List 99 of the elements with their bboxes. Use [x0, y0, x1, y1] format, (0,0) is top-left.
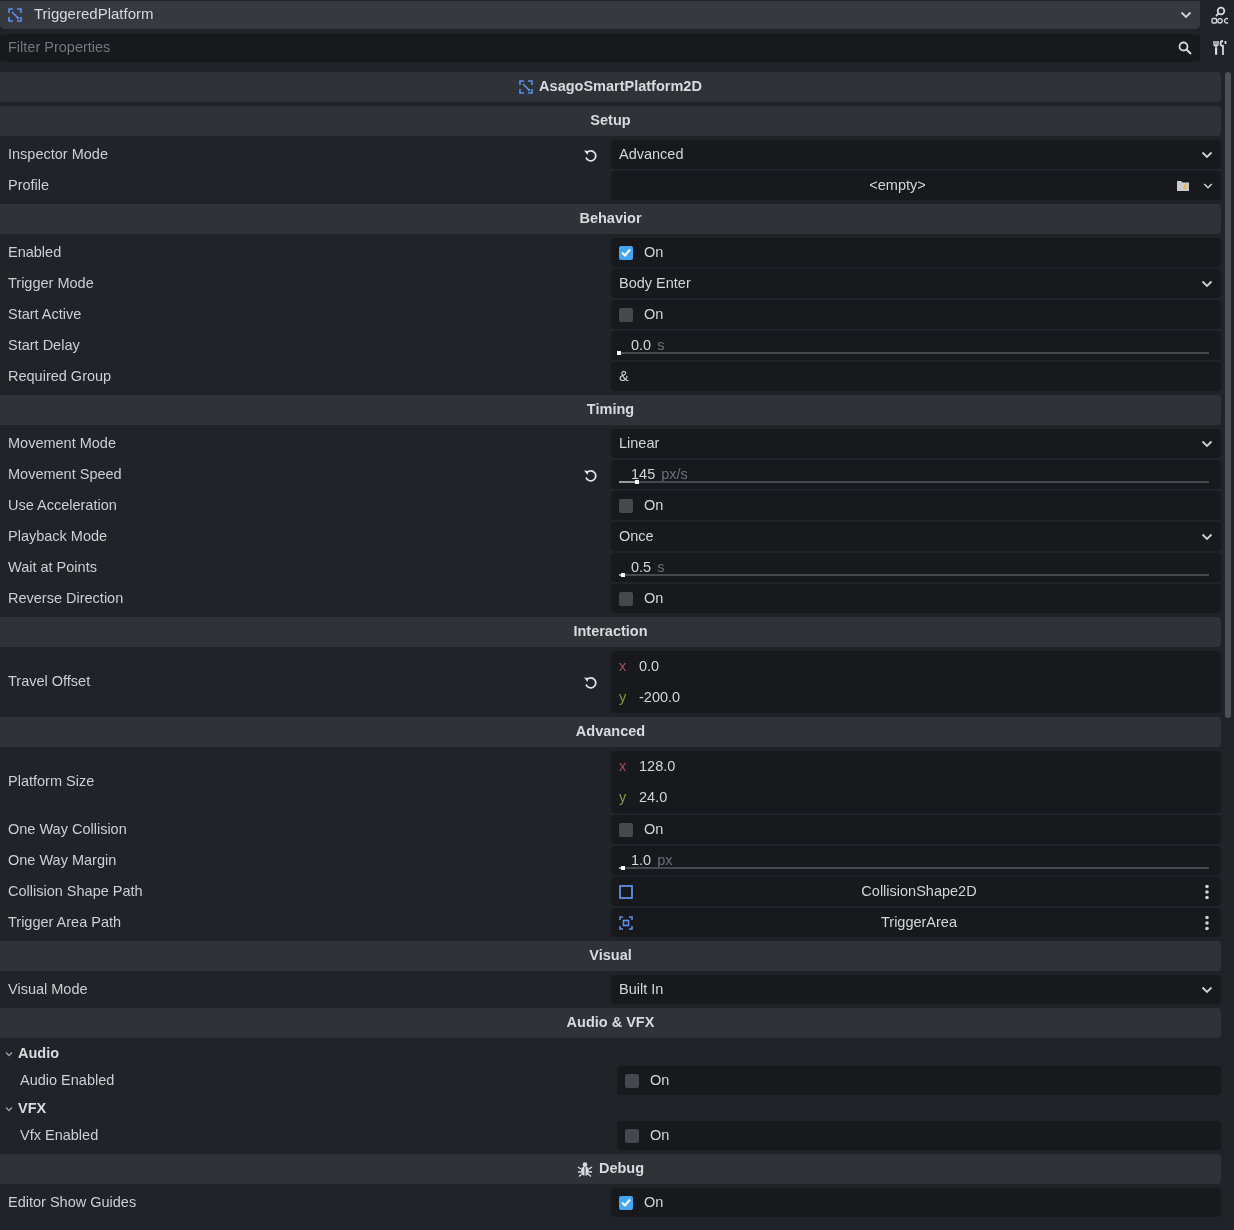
slider-thumb[interactable]	[617, 351, 621, 355]
dropdown[interactable]: Linear	[611, 429, 1221, 458]
property-label: Vfx Enabled	[20, 1125, 99, 1145]
property-label: Audio Enabled	[20, 1070, 115, 1090]
property-label: Editor Show Guides	[8, 1192, 137, 1212]
property-label: Wait at Points	[8, 557, 97, 577]
chevron-down-icon	[1201, 985, 1213, 994]
checkbox[interactable]	[619, 822, 633, 837]
checkbox[interactable]	[625, 1128, 639, 1143]
section-header[interactable]: Interaction	[0, 617, 1221, 647]
checkbox[interactable]	[619, 591, 633, 606]
checkbox[interactable]	[619, 1195, 633, 1210]
checkbox[interactable]	[619, 307, 633, 322]
kebab-menu-icon[interactable]	[1205, 914, 1209, 931]
square-icon	[619, 884, 633, 899]
kebab-menu-icon[interactable]	[1205, 883, 1209, 900]
coordinate-field[interactable]: x 128.0	[611, 751, 1221, 782]
checkbox-control[interactable]: On	[611, 238, 1221, 267]
section-title: Debug	[598, 1159, 645, 1179]
checkbox-control[interactable]: On	[611, 300, 1221, 329]
coordinate-field[interactable]: y -200.0	[611, 682, 1221, 713]
dropdown[interactable]: Built In	[611, 975, 1221, 1004]
tools-icon[interactable]	[1213, 40, 1227, 56]
checkbox[interactable]	[619, 498, 633, 513]
revert-icon[interactable]	[583, 467, 597, 482]
chevron-down-icon	[1180, 10, 1192, 19]
section-header[interactable]: Behavior	[0, 204, 1221, 234]
dropdown[interactable]: Body Enter	[611, 269, 1221, 298]
slider-thumb[interactable]	[620, 573, 625, 577]
help-search-icon[interactable]	[1211, 5, 1229, 24]
chevron-down-icon	[1201, 150, 1213, 159]
property-label: Platform Size	[8, 772, 95, 792]
checkbox[interactable]	[619, 245, 633, 260]
chevron-down-icon	[1201, 439, 1213, 448]
class-title: AsagoSmartPlatform2D	[539, 77, 702, 97]
scrollbar[interactable]	[1224, 72, 1231, 718]
chevron-down-icon	[1201, 279, 1213, 288]
revert-icon[interactable]	[583, 675, 597, 689]
property-label: Visual Mode	[8, 979, 88, 999]
property-label: Start Delay	[8, 335, 80, 355]
node-name: TriggeredPlatform	[34, 4, 155, 25]
section-header[interactable]: Debug	[0, 1154, 1221, 1184]
property-label: Required Group	[8, 366, 112, 386]
resource-picker[interactable]: <empty>	[611, 171, 1221, 200]
node-path-field[interactable]: CollisionShape2D	[611, 877, 1221, 906]
dropdown[interactable]: Advanced	[611, 140, 1221, 169]
property-label: Collision Shape Path	[8, 881, 143, 901]
property-label: Reverse Direction	[8, 588, 124, 608]
property-label: Inspector Mode	[8, 144, 108, 164]
slider-thumb[interactable]	[634, 480, 639, 484]
property-label: One Way Margin	[8, 850, 117, 870]
section-header[interactable]: Timing	[0, 395, 1221, 425]
checkbox-control[interactable]: On	[611, 491, 1221, 520]
frame-icon	[619, 915, 633, 930]
filter-field[interactable]: Filter Properties	[0, 34, 1200, 62]
property-label: One Way Collision	[8, 819, 127, 839]
dropdown[interactable]: Once	[611, 522, 1221, 551]
property-label: Trigger Area Path	[8, 912, 122, 932]
chevron-down-icon	[1201, 532, 1213, 541]
property-label: Playback Mode	[8, 526, 108, 546]
checkbox-control[interactable]: On	[617, 1066, 1221, 1095]
slider-field[interactable]: 145 px/s	[611, 460, 1221, 489]
node-path-field[interactable]: TriggerArea	[611, 908, 1221, 937]
section-header[interactable]: Setup	[0, 106, 1221, 136]
property-label: Movement Speed	[8, 464, 122, 484]
property-label: Profile	[8, 175, 50, 195]
coordinate-field[interactable]: x 0.0	[611, 651, 1221, 682]
checkbox-control[interactable]: On	[617, 1121, 1221, 1150]
node-selector[interactable]: TriggeredPlatform	[0, 0, 1200, 29]
text-field[interactable]: &	[611, 362, 1221, 391]
slider-thumb[interactable]	[620, 866, 625, 870]
property-label: Travel Offset	[8, 672, 91, 692]
node-icon	[519, 80, 534, 94]
property-label: Trigger Mode	[8, 273, 94, 293]
checkbox-control[interactable]: On	[611, 815, 1221, 844]
section-header[interactable]: Visual	[0, 941, 1221, 971]
coordinate-field[interactable]: y 24.0	[611, 782, 1221, 813]
section-header[interactable]: Advanced	[0, 717, 1221, 747]
group-title[interactable]: VFX	[18, 1098, 47, 1120]
node-icon	[8, 7, 22, 22]
chevron-down-icon	[1203, 181, 1213, 190]
chevron-down-icon[interactable]	[4, 1104, 14, 1114]
section-header[interactable]: Audio & VFX	[0, 1008, 1221, 1038]
property-label: Movement Mode	[8, 433, 116, 453]
property-label: Use Acceleration	[8, 495, 117, 515]
group-title[interactable]: Audio	[18, 1043, 60, 1065]
slider-field[interactable]: 0.5 s	[611, 553, 1221, 582]
property-label: Enabled	[8, 242, 62, 262]
revert-icon[interactable]	[583, 147, 597, 162]
property-label: Start Active	[8, 304, 82, 324]
slider-field[interactable]: 1.0 px	[611, 846, 1221, 875]
folder-icon	[1176, 179, 1191, 192]
checkbox[interactable]	[625, 1073, 639, 1088]
slider-field[interactable]: 0.0 s	[611, 331, 1221, 360]
checkbox-control[interactable]: On	[611, 1188, 1221, 1217]
chevron-down-icon[interactable]	[4, 1049, 14, 1059]
checkbox-control[interactable]: On	[611, 584, 1221, 613]
search-icon	[1178, 41, 1192, 55]
bug-icon	[576, 1160, 593, 1178]
